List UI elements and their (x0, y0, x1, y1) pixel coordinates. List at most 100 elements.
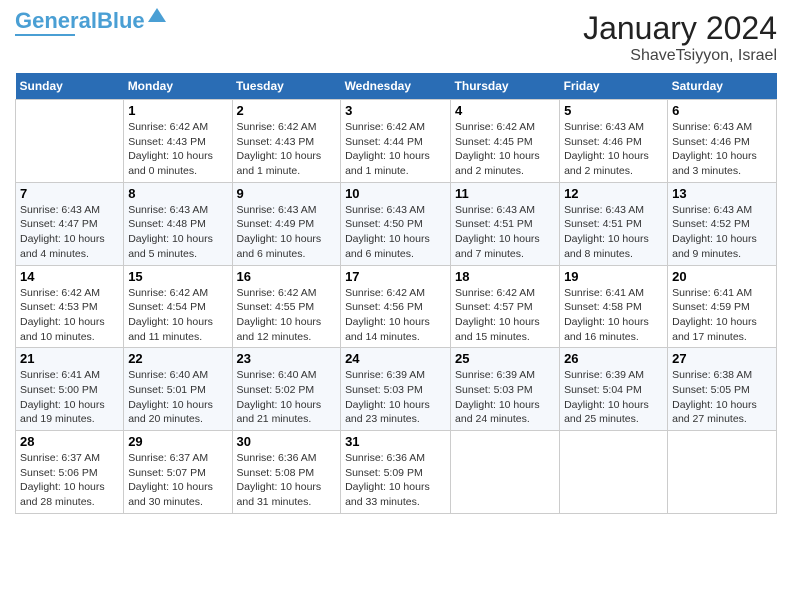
sunset: Sunset: 4:51 PM (564, 218, 642, 230)
sunrise: Sunrise: 6:43 AM (128, 204, 208, 216)
calendar-day: 13 Sunrise: 6:43 AM Sunset: 4:52 PM Dayl… (668, 182, 777, 265)
sunrise: Sunrise: 6:43 AM (455, 204, 535, 216)
sunset: Sunset: 4:46 PM (672, 136, 750, 148)
logo: GeneralBlue (15, 10, 166, 36)
sunset: Sunset: 4:44 PM (345, 136, 423, 148)
sunset: Sunset: 4:43 PM (128, 136, 206, 148)
header-sunday: Sunday (16, 73, 124, 100)
sunrise: Sunrise: 6:42 AM (20, 287, 100, 299)
day-info: Sunrise: 6:42 AM Sunset: 4:54 PM Dayligh… (128, 286, 227, 345)
header-monday: Monday (124, 73, 232, 100)
day-number: 29 (128, 434, 227, 449)
calendar-day: 12 Sunrise: 6:43 AM Sunset: 4:51 PM Dayl… (560, 182, 668, 265)
daylight: Daylight: 10 hours and 2 minutes. (564, 150, 649, 177)
daylight: Daylight: 10 hours and 24 minutes. (455, 399, 540, 426)
day-number: 27 (672, 351, 772, 366)
daylight: Daylight: 10 hours and 23 minutes. (345, 399, 430, 426)
daylight: Daylight: 10 hours and 14 minutes. (345, 316, 430, 343)
calendar-day (560, 431, 668, 514)
daylight: Daylight: 10 hours and 27 minutes. (672, 399, 757, 426)
calendar-day: 18 Sunrise: 6:42 AM Sunset: 4:57 PM Dayl… (451, 265, 560, 348)
day-number: 17 (345, 269, 446, 284)
calendar-day: 25 Sunrise: 6:39 AM Sunset: 5:03 PM Dayl… (451, 348, 560, 431)
logo-text: GeneralBlue (15, 10, 145, 32)
sunrise: Sunrise: 6:39 AM (345, 369, 425, 381)
daylight: Daylight: 10 hours and 2 minutes. (455, 150, 540, 177)
sunset: Sunset: 5:03 PM (345, 384, 423, 396)
sunset: Sunset: 4:51 PM (455, 218, 533, 230)
daylight: Daylight: 10 hours and 12 minutes. (237, 316, 322, 343)
day-info: Sunrise: 6:42 AM Sunset: 4:55 PM Dayligh… (237, 286, 337, 345)
sunrise: Sunrise: 6:42 AM (455, 121, 535, 133)
daylight: Daylight: 10 hours and 3 minutes. (672, 150, 757, 177)
calendar-day: 19 Sunrise: 6:41 AM Sunset: 4:58 PM Dayl… (560, 265, 668, 348)
sunset: Sunset: 4:57 PM (455, 301, 533, 313)
sunset: Sunset: 4:50 PM (345, 218, 423, 230)
sunset: Sunset: 4:48 PM (128, 218, 206, 230)
calendar-day: 11 Sunrise: 6:43 AM Sunset: 4:51 PM Dayl… (451, 182, 560, 265)
calendar-day: 31 Sunrise: 6:36 AM Sunset: 5:09 PM Dayl… (341, 431, 451, 514)
day-info: Sunrise: 6:40 AM Sunset: 5:01 PM Dayligh… (128, 368, 227, 427)
header-wednesday: Wednesday (341, 73, 451, 100)
sunrise: Sunrise: 6:42 AM (128, 121, 208, 133)
sunset: Sunset: 5:06 PM (20, 467, 98, 479)
header-saturday: Saturday (668, 73, 777, 100)
sunrise: Sunrise: 6:43 AM (672, 204, 752, 216)
daylight: Daylight: 10 hours and 16 minutes. (564, 316, 649, 343)
sunrise: Sunrise: 6:40 AM (237, 369, 317, 381)
sunrise: Sunrise: 6:42 AM (345, 287, 425, 299)
day-number: 10 (345, 186, 446, 201)
day-info: Sunrise: 6:38 AM Sunset: 5:05 PM Dayligh… (672, 368, 772, 427)
day-number: 5 (564, 103, 663, 118)
day-number: 24 (345, 351, 446, 366)
sunset: Sunset: 4:58 PM (564, 301, 642, 313)
daylight: Daylight: 10 hours and 8 minutes. (564, 233, 649, 260)
calendar-week-2: 7 Sunrise: 6:43 AM Sunset: 4:47 PM Dayli… (16, 182, 777, 265)
sunrise: Sunrise: 6:36 AM (237, 452, 317, 464)
day-number: 28 (20, 434, 119, 449)
header-row: Sunday Monday Tuesday Wednesday Thursday… (16, 73, 777, 100)
day-info: Sunrise: 6:43 AM Sunset: 4:49 PM Dayligh… (237, 203, 337, 262)
day-info: Sunrise: 6:42 AM Sunset: 4:44 PM Dayligh… (345, 120, 446, 179)
calendar-week-1: 1 Sunrise: 6:42 AM Sunset: 4:43 PM Dayli… (16, 100, 777, 183)
day-number: 3 (345, 103, 446, 118)
sunrise: Sunrise: 6:39 AM (455, 369, 535, 381)
calendar-week-3: 14 Sunrise: 6:42 AM Sunset: 4:53 PM Dayl… (16, 265, 777, 348)
calendar-day: 1 Sunrise: 6:42 AM Sunset: 4:43 PM Dayli… (124, 100, 232, 183)
day-info: Sunrise: 6:43 AM Sunset: 4:50 PM Dayligh… (345, 203, 446, 262)
day-info: Sunrise: 6:43 AM Sunset: 4:46 PM Dayligh… (672, 120, 772, 179)
daylight: Daylight: 10 hours and 5 minutes. (128, 233, 213, 260)
sunset: Sunset: 5:04 PM (564, 384, 642, 396)
day-info: Sunrise: 6:42 AM Sunset: 4:57 PM Dayligh… (455, 286, 555, 345)
daylight: Daylight: 10 hours and 11 minutes. (128, 316, 213, 343)
calendar-title: January 2024 (583, 10, 777, 47)
day-number: 11 (455, 186, 555, 201)
daylight: Daylight: 10 hours and 10 minutes. (20, 316, 105, 343)
daylight: Daylight: 10 hours and 7 minutes. (455, 233, 540, 260)
day-info: Sunrise: 6:43 AM Sunset: 4:51 PM Dayligh… (455, 203, 555, 262)
calendar-day: 28 Sunrise: 6:37 AM Sunset: 5:06 PM Dayl… (16, 431, 124, 514)
day-number: 22 (128, 351, 227, 366)
day-info: Sunrise: 6:37 AM Sunset: 5:07 PM Dayligh… (128, 451, 227, 510)
calendar-subtitle: ShaveTsiyyon, Israel (583, 47, 777, 65)
sunrise: Sunrise: 6:43 AM (564, 204, 644, 216)
sunrise: Sunrise: 6:42 AM (128, 287, 208, 299)
sunset: Sunset: 4:52 PM (672, 218, 750, 230)
header: GeneralBlue January 2024 ShaveTsiyyon, I… (15, 10, 777, 65)
day-number: 4 (455, 103, 555, 118)
sunrise: Sunrise: 6:41 AM (672, 287, 752, 299)
daylight: Daylight: 10 hours and 1 minute. (237, 150, 322, 177)
sunrise: Sunrise: 6:41 AM (20, 369, 100, 381)
calendar-day: 24 Sunrise: 6:39 AM Sunset: 5:03 PM Dayl… (341, 348, 451, 431)
day-info: Sunrise: 6:43 AM Sunset: 4:46 PM Dayligh… (564, 120, 663, 179)
day-number: 15 (128, 269, 227, 284)
daylight: Daylight: 10 hours and 28 minutes. (20, 481, 105, 508)
calendar-day: 21 Sunrise: 6:41 AM Sunset: 5:00 PM Dayl… (16, 348, 124, 431)
calendar-day (16, 100, 124, 183)
daylight: Daylight: 10 hours and 31 minutes. (237, 481, 322, 508)
sunset: Sunset: 4:59 PM (672, 301, 750, 313)
sunrise: Sunrise: 6:42 AM (237, 287, 317, 299)
logo-icon (148, 6, 166, 24)
calendar-day: 6 Sunrise: 6:43 AM Sunset: 4:46 PM Dayli… (668, 100, 777, 183)
sunset: Sunset: 5:07 PM (128, 467, 206, 479)
